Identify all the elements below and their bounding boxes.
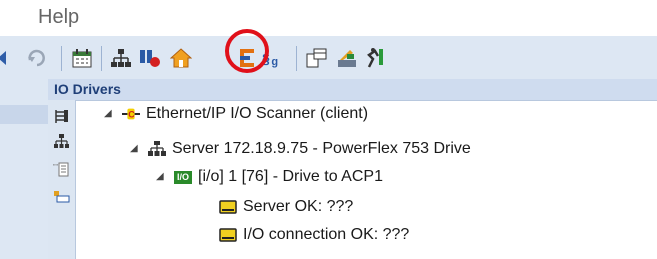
scanner-icon: C (122, 108, 140, 120)
collapse-caret-icon[interactable]: ◢ (104, 109, 114, 119)
layout-icon[interactable] (306, 47, 328, 69)
connect-icon[interactable] (53, 188, 70, 205)
panel-side-toolbar: "" (48, 100, 76, 259)
tree-node-label: Server 172.18.9.75 - PowerFlex 753 Drive (172, 140, 471, 157)
toolbar-separator (61, 46, 62, 71)
network-icon[interactable] (110, 47, 132, 69)
tools-icon[interactable] (336, 47, 358, 69)
network-icon (148, 141, 166, 156)
panel-header: IO Drivers (48, 79, 657, 101)
io-list-icon[interactable]: "" (53, 161, 70, 178)
tree-node-server[interactable]: ◢ Server 172.18.9.75 - PowerFlex 753 Dri… (130, 136, 471, 162)
tree-node-label: Ethernet/IP I/O Scanner (client) (146, 105, 369, 122)
network-icon[interactable] (53, 133, 70, 150)
home-icon[interactable] (170, 47, 192, 69)
tree-leaf-label: Server OK: ??? (243, 198, 354, 215)
tree-leaf-label: I/O connection OK: ??? (243, 226, 410, 243)
status-indicator-icon (219, 228, 237, 242)
menu-bar: Help (0, 0, 657, 36)
toolbar: § g (0, 36, 657, 80)
selected-row (0, 105, 48, 124)
tree-view-icon[interactable] (53, 108, 70, 125)
collapse-caret-icon[interactable]: ◢ (130, 144, 140, 154)
toolbar-separator (101, 46, 102, 71)
toolbar-separator (296, 46, 297, 71)
tree-node-io-connection[interactable]: ◢ I/O [i/o] 1 [76] - Drive to ACP1 (156, 164, 383, 190)
tree-leaf-io-connection-ok[interactable]: I/O connection OK: ??? (219, 222, 409, 248)
tree-leaf-server-ok[interactable]: Server OK: ??? (219, 194, 353, 220)
tree-node-scanner[interactable]: ◢ C Ethernet/IP I/O Scanner (client) (104, 101, 368, 127)
variables-icon[interactable] (139, 47, 161, 69)
refresh-icon[interactable] (26, 47, 48, 69)
runner-icon[interactable] (363, 47, 385, 69)
tree-node-label: [i/o] 1 [76] - Drive to ACP1 (198, 168, 383, 185)
calendar-icon[interactable] (71, 47, 93, 69)
panel-title: IO Drivers (54, 81, 121, 97)
status-indicator-icon (219, 200, 237, 214)
collapse-caret-icon[interactable]: ◢ (156, 172, 166, 182)
io-badge-icon: I/O (174, 170, 192, 184)
svg-text:g: g (271, 56, 278, 68)
back-arrow-icon[interactable] (0, 47, 14, 69)
menu-help[interactable]: Help (38, 6, 79, 29)
svg-text:"": "" (53, 164, 58, 171)
left-nav-strip (0, 79, 48, 259)
svg-text:C: C (128, 110, 135, 120)
highlight-circle (225, 29, 269, 73)
